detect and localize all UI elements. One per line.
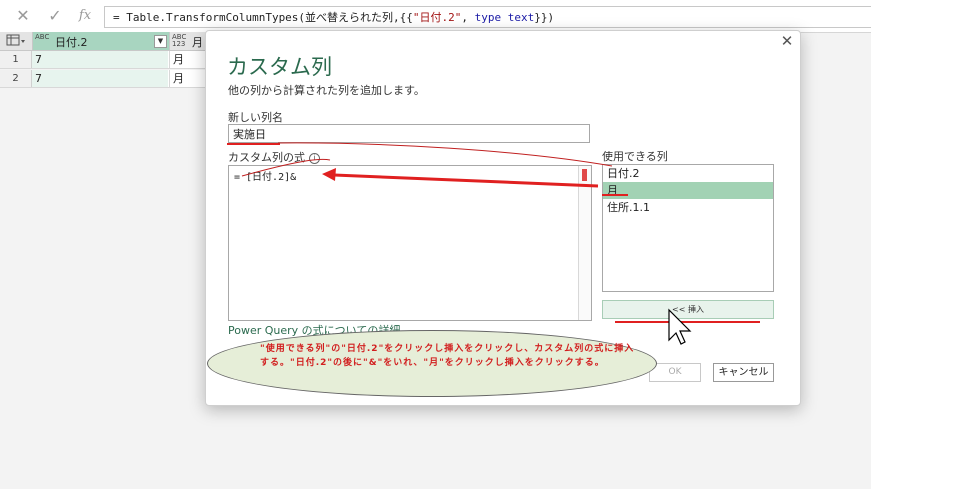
list-item-date2[interactable]: 日付.2	[603, 165, 773, 182]
list-item-address[interactable]: 住所.1.1	[603, 199, 773, 216]
scroll-marker	[582, 169, 587, 181]
formula-string: "日付.2"	[412, 11, 462, 24]
formula-input[interactable]: = Table.TransformColumnTypes(並べ替えられた列,{{…	[104, 6, 871, 28]
formula-label-row: カスタム列の式 i	[228, 149, 320, 165]
formula-type: type text	[474, 11, 535, 24]
dialog-title: カスタム列	[227, 55, 332, 79]
filter-dropdown-icon[interactable]: ▼	[154, 35, 167, 48]
formula-prefix: = Table.TransformColumnTypes(並べ替えられた列,{{	[113, 11, 413, 24]
workspace-background: ✕ ✓ fx = Table.TransformColumnTypes(並べ替え…	[0, 0, 871, 489]
instruction-callout: "使用できる列"の"日付.2"をクリックし挿入をクリックし、カスタム列の式に挿入…	[207, 330, 657, 397]
row-number: 2	[0, 70, 32, 87]
new-column-name-input[interactable]: 実施日	[228, 124, 590, 143]
cell[interactable]: 7	[32, 70, 168, 87]
cell[interactable]: 7	[32, 51, 168, 68]
cell[interactable]: 月	[169, 51, 205, 68]
available-columns-list[interactable]: 日付.2 月 住所.1.1	[602, 164, 774, 292]
formula-suffix: }})	[534, 11, 555, 24]
formula-scrollbar[interactable]	[578, 166, 591, 320]
ok-button[interactable]: OK	[649, 363, 701, 382]
info-icon[interactable]: i	[309, 152, 320, 164]
column-title: 月	[192, 36, 203, 49]
table-menu-icon[interactable]	[6, 34, 30, 48]
right-margin	[871, 0, 963, 489]
list-item-month[interactable]: 月	[603, 182, 773, 199]
new-column-label: 新しい列名	[228, 111, 283, 124]
custom-formula-editor[interactable]: = [日付.2]&	[228, 165, 592, 321]
available-columns-label: 使用できる列	[602, 150, 668, 163]
confirm-icon[interactable]: ✓	[44, 6, 66, 26]
cancel-icon[interactable]: ✕	[12, 6, 34, 26]
column-title: 日付.2	[55, 36, 88, 49]
fx-icon[interactable]: fx	[74, 6, 96, 26]
insert-button[interactable]: << 挿入	[602, 300, 774, 319]
formula-sep: ,	[461, 11, 475, 24]
type-badge-any[interactable]: ABC 123	[172, 34, 186, 48]
column-header-date2[interactable]: ABC 日付.2 ▼	[32, 32, 169, 50]
column-header-month[interactable]: ABC 123 月	[169, 32, 210, 50]
dialog-subtitle: 他の列から計算された列を追加します。	[228, 84, 425, 97]
close-icon[interactable]: ✕	[779, 33, 795, 49]
grid-header: ABC 日付.2 ▼ ABC 123 月	[0, 32, 210, 51]
formula-bar: ✕ ✓ fx = Table.TransformColumnTypes(並べ替え…	[0, 0, 871, 33]
formula-text: = [日付.2]&	[234, 172, 297, 183]
type-badge-text[interactable]: ABC	[35, 34, 49, 41]
row-number: 1	[0, 51, 32, 68]
table-row[interactable]: 1 7 月	[0, 51, 205, 69]
instruction-text: "使用できる列"の"日付.2"をクリックし挿入をクリックし、カスタム列の式に挿入…	[260, 344, 635, 368]
cancel-button[interactable]: キャンセル	[713, 363, 774, 382]
table-row[interactable]: 2 7 月	[0, 70, 205, 88]
cell[interactable]: 月	[169, 70, 205, 87]
formula-label: カスタム列の式	[228, 151, 305, 164]
